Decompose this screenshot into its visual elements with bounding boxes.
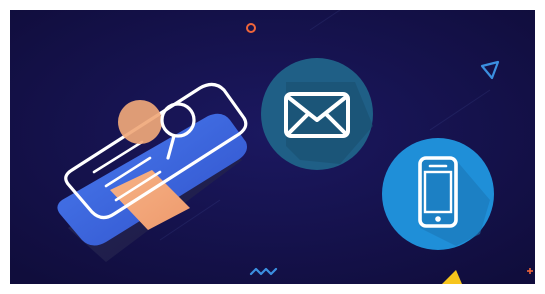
- smartphone-badge: [382, 138, 494, 250]
- illustration-frame: [10, 10, 535, 284]
- search-highlight: [118, 100, 162, 144]
- hero-illustration: [10, 10, 535, 284]
- envelope-badge: [261, 58, 373, 170]
